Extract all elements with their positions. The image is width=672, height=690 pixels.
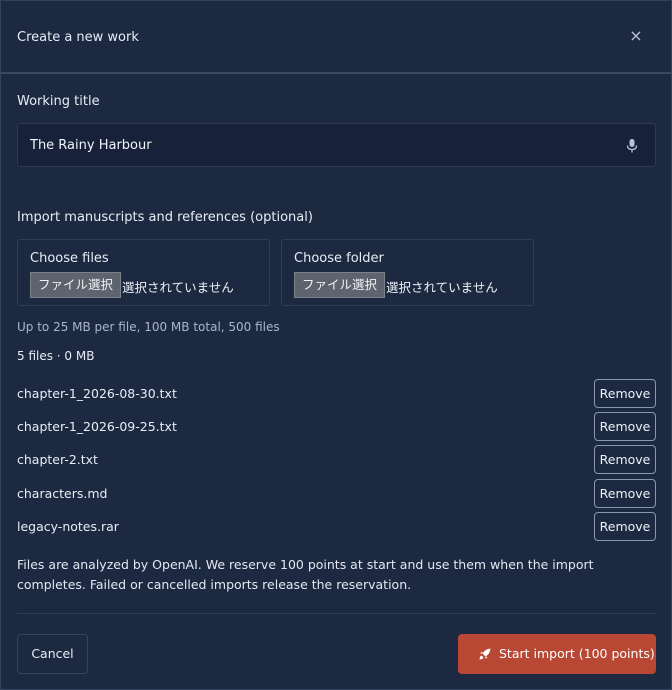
choose-folder-picker: Choose folder ファイル選択 選択されていません xyxy=(281,239,534,306)
remove-file-button[interactable]: Remove xyxy=(594,479,656,508)
import-note: Files are analyzed by OpenAI. We reserve… xyxy=(17,557,594,592)
dialog-header: Create a new work × xyxy=(1,1,671,74)
rocket-icon xyxy=(479,648,491,660)
remove-file-button[interactable]: Remove xyxy=(594,379,656,408)
file-name: characters.md xyxy=(17,486,108,501)
import-label: Import manuscripts and references (optio… xyxy=(17,210,313,225)
choose-files-button[interactable]: ファイル選択 xyxy=(30,272,122,298)
choose-files-status: 選択されていません xyxy=(122,280,234,295)
file-name: chapter-1_2026-09-25.txt xyxy=(17,419,177,434)
file-row: legacy-notes.rar Remove xyxy=(17,512,656,542)
file-name: legacy-notes.rar xyxy=(17,519,119,534)
microphone-icon[interactable] xyxy=(625,138,639,154)
file-row: chapter-1_2026-08-30.txt Remove xyxy=(17,379,656,409)
file-name: chapter-1_2026-08-30.txt xyxy=(17,386,177,401)
choose-files-picker: Choose files ファイル選択 選択されていません xyxy=(17,239,270,306)
remove-file-button[interactable]: Remove xyxy=(594,412,656,441)
close-icon[interactable]: × xyxy=(627,27,645,45)
choose-folder-label: Choose folder xyxy=(294,251,384,266)
start-import-label: Start import (100 points) xyxy=(499,646,655,661)
working-title-input[interactable]: The Rainy Harbour xyxy=(17,123,656,167)
import-summary: 5 files · 0 MB xyxy=(17,349,95,363)
choose-files-label: Choose files xyxy=(30,251,109,266)
file-row: chapter-2.txt Remove xyxy=(17,445,656,475)
file-row: chapter-1_2026-09-25.txt Remove xyxy=(17,412,656,442)
footer-divider xyxy=(17,613,656,614)
working-title-label: Working title xyxy=(17,94,100,109)
file-name: chapter-2.txt xyxy=(17,452,98,467)
choose-folder-status: 選択されていません xyxy=(386,280,498,295)
remove-file-button[interactable]: Remove xyxy=(594,512,656,541)
remove-file-button[interactable]: Remove xyxy=(594,445,656,474)
create-work-dialog: Create a new work × Working title The Ra… xyxy=(0,0,672,690)
working-title-value: The Rainy Harbour xyxy=(30,138,152,153)
cancel-button[interactable]: Cancel xyxy=(17,634,88,674)
choose-folder-button[interactable]: ファイル選択 xyxy=(294,272,386,298)
start-import-button[interactable]: Start import (100 points) xyxy=(458,634,656,674)
import-limits: Up to 25 MB per file, 100 MB total, 500 … xyxy=(17,320,280,334)
file-row: characters.md Remove xyxy=(17,479,656,509)
dialog-title: Create a new work xyxy=(17,30,139,45)
